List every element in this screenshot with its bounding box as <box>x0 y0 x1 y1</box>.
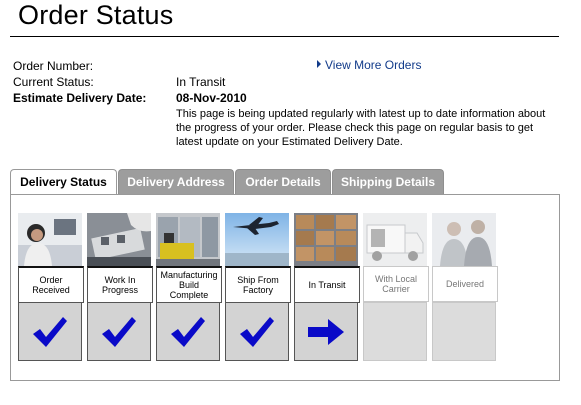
step-mark <box>225 302 289 361</box>
order-number-label: Order Number: <box>13 59 94 73</box>
step-label: Order Received <box>18 266 84 303</box>
tab-order-details[interactable]: Order Details <box>235 169 331 195</box>
step-work-in-progress: Work In Progress <box>87 213 153 361</box>
step-mark <box>87 302 151 361</box>
delivery-date-value: 08-Nov-2010 <box>176 91 247 105</box>
step-mark <box>432 302 496 361</box>
view-more-orders-link[interactable]: View More Orders <box>317 58 421 72</box>
check-icon <box>102 316 136 347</box>
manufacturing-photo <box>156 213 220 266</box>
step-order-received: Order Received <box>18 213 84 361</box>
step-mark <box>18 302 82 361</box>
local-carrier-photo <box>363 213 427 266</box>
step-label: Manufacturing Build Complete <box>156 266 222 303</box>
ship-from-factory-photo <box>225 213 289 266</box>
step-manufacturing-build-complete: Manufacturing Build Complete <box>156 213 222 361</box>
step-label: Delivered <box>432 266 498 302</box>
tab-shipping-details[interactable]: Shipping Details <box>332 169 444 195</box>
tab-delivery-address[interactable]: Delivery Address <box>118 169 234 195</box>
step-label: Work In Progress <box>87 266 153 303</box>
current-status-value: In Transit <box>176 75 226 89</box>
step-ship-from-factory: Ship From Factory <box>225 213 291 361</box>
view-more-orders-label: View More Orders <box>325 58 422 72</box>
step-label: In Transit <box>294 266 360 303</box>
delivery-date-label: Estimate Delivery Date: <box>13 91 147 105</box>
step-delivered: Delivered <box>432 213 498 361</box>
tab-delivery-status[interactable]: Delivery Status <box>10 169 117 196</box>
delivered-photo <box>432 213 496 266</box>
in-transit-photo <box>294 213 358 266</box>
check-icon <box>33 316 67 347</box>
step-label: With Local Carrier <box>363 266 429 302</box>
step-in-transit: In Transit <box>294 213 360 361</box>
triangle-right-icon <box>317 60 321 68</box>
current-status-label: Current Status: <box>13 75 94 89</box>
step-mark <box>294 302 358 361</box>
order-received-photo <box>18 213 82 266</box>
step-mark <box>363 302 427 361</box>
step-with-local-carrier: With Local Carrier <box>363 213 429 361</box>
step-label: Ship From Factory <box>225 266 291 303</box>
arrow-right-icon <box>308 318 344 345</box>
step-mark <box>156 302 220 361</box>
title-divider <box>10 36 559 37</box>
status-description: This page is being updated regularly wit… <box>176 108 546 148</box>
page-title: Order Status <box>18 0 174 30</box>
work-in-progress-photo <box>87 213 151 266</box>
check-icon <box>240 316 274 347</box>
check-icon <box>171 316 205 347</box>
